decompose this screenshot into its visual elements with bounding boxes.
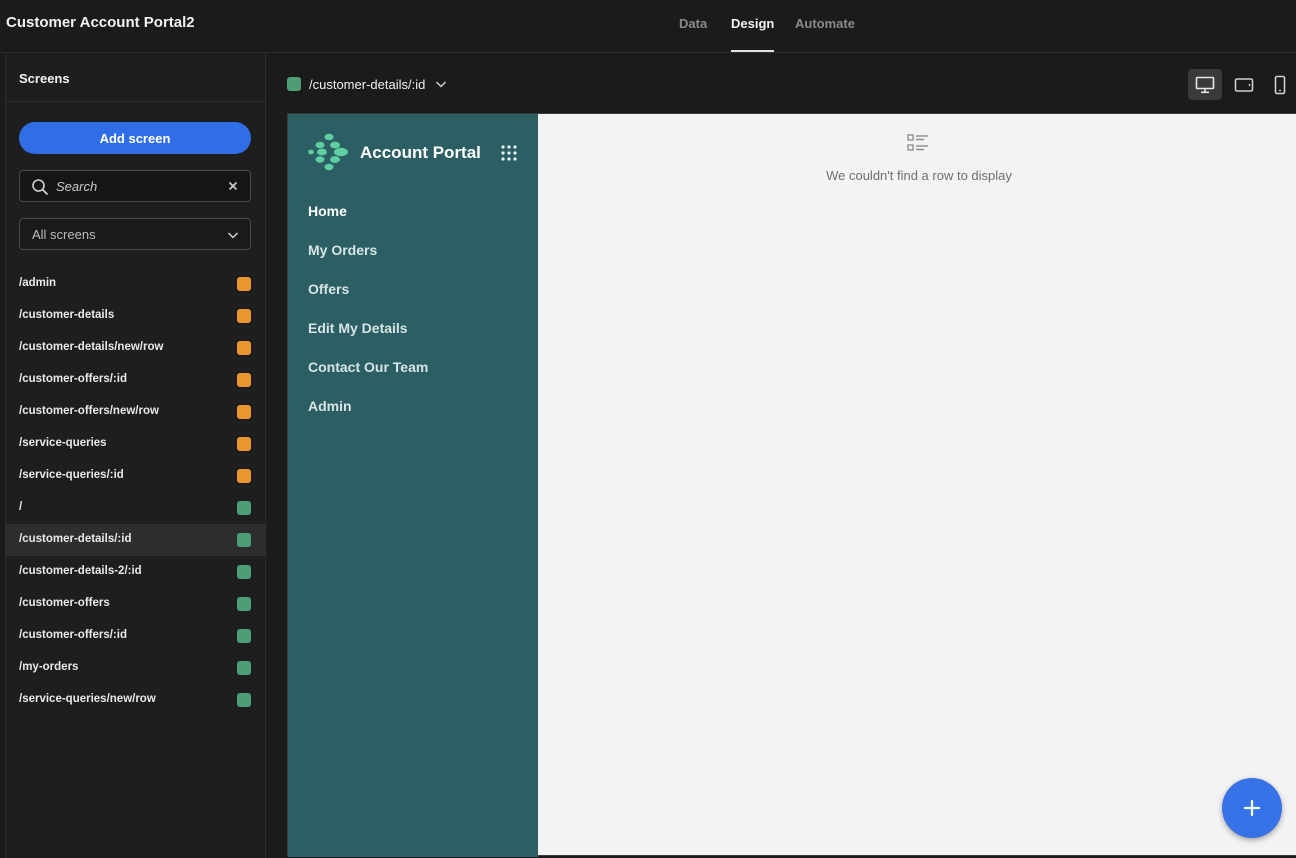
screen-item[interactable]: /customer-offers xyxy=(6,588,265,620)
clear-search-icon[interactable] xyxy=(226,179,240,193)
screen-role-indicator xyxy=(237,629,251,643)
screen-path: /service-queries xyxy=(19,437,107,449)
screen-item[interactable]: /customer-details/new/row xyxy=(6,332,265,364)
screen-path: /customer-details/new/row xyxy=(19,341,164,353)
app-navigation: Account Portal Home My Orders Offers Edi… xyxy=(288,114,538,857)
mobile-icon xyxy=(1274,75,1286,94)
screen-path: /customer-offers xyxy=(19,597,110,609)
screen-role-indicator xyxy=(237,469,251,483)
screen-item[interactable]: /customer-offers/:id xyxy=(6,620,265,652)
screen-filter-select[interactable]: All screens xyxy=(19,218,251,250)
nav-link-offers[interactable]: Offers xyxy=(308,281,428,320)
screen-path: /my-orders xyxy=(19,661,79,673)
app-preview: Account Portal Home My Orders Offers Edi… xyxy=(287,113,1296,857)
apps-grid-icon[interactable] xyxy=(500,144,518,162)
nav-link-edit-my-details[interactable]: Edit My Details xyxy=(308,320,428,359)
top-tabs: Data Design Automate xyxy=(0,0,1296,53)
screens-sidebar: Screens Add screen All screens /admin /c… xyxy=(5,54,266,858)
screen-item[interactable]: /service-queries/new/row xyxy=(6,684,265,716)
nav-link-home[interactable]: Home xyxy=(308,203,428,242)
desktop-icon xyxy=(1195,76,1215,93)
screen-role-indicator xyxy=(237,437,251,451)
route-role-indicator xyxy=(287,77,301,91)
empty-state: We couldn't find a row to display xyxy=(538,114,1296,214)
empty-state-message: We couldn't find a row to display xyxy=(826,168,1012,183)
brand-name: Account Portal xyxy=(360,143,481,162)
screen-path: / xyxy=(19,501,23,513)
tablet-view-button[interactable] xyxy=(1227,69,1261,100)
screen-path: /customer-offers/:id xyxy=(19,629,127,641)
screen-role-indicator xyxy=(237,533,251,547)
top-bar: Customer Account Portal2 Data Design Aut… xyxy=(0,0,1296,53)
nav-link-admin[interactable]: Admin xyxy=(308,398,428,437)
screen-role-indicator xyxy=(237,309,251,323)
screen-path: /admin xyxy=(19,277,57,289)
plus-icon xyxy=(1243,799,1261,817)
mobile-view-button[interactable] xyxy=(1264,69,1296,100)
screen-path: /customer-details-2/:id xyxy=(19,565,142,577)
search-box xyxy=(19,170,251,202)
screen-path: /customer-offers/:id xyxy=(19,373,127,385)
screen-item-selected[interactable]: /customer-details/:id xyxy=(6,524,265,556)
tab-automate[interactable]: Automate xyxy=(795,16,855,31)
screen-item[interactable]: /admin xyxy=(6,268,265,300)
screen-item[interactable]: /customer-offers/:id xyxy=(6,364,265,396)
screen-list: /admin /customer-details /customer-detai… xyxy=(6,268,265,716)
screen-item[interactable]: /my-orders xyxy=(6,652,265,684)
screen-path: /customer-details xyxy=(19,309,115,321)
chevron-down-icon xyxy=(436,81,447,88)
screen-path: /customer-offers/new/row xyxy=(19,405,159,417)
nav-link-my-orders[interactable]: My Orders xyxy=(308,242,428,281)
screen-path: /service-queries/new/row xyxy=(19,693,156,705)
chevron-down-icon xyxy=(227,232,239,239)
screen-item[interactable]: /customer-details-2/:id xyxy=(6,556,265,588)
tablet-icon xyxy=(1234,77,1254,92)
screen-item[interactable]: /customer-offers/new/row xyxy=(6,396,265,428)
nav-link-contact-our-team[interactable]: Contact Our Team xyxy=(308,359,428,398)
desktop-view-button[interactable] xyxy=(1188,69,1222,100)
screen-role-indicator xyxy=(237,277,251,291)
add-component-button[interactable] xyxy=(1222,778,1282,838)
screen-role-indicator xyxy=(237,565,251,579)
screen-item[interactable]: /service-queries/:id xyxy=(6,460,265,492)
screen-role-indicator xyxy=(237,661,251,675)
add-screen-button[interactable]: Add screen xyxy=(19,122,251,154)
screen-item[interactable]: /service-queries xyxy=(6,428,265,460)
screen-role-indicator xyxy=(237,373,251,387)
screen-item[interactable]: /customer-details xyxy=(6,300,265,332)
tab-data[interactable]: Data xyxy=(679,16,707,31)
screen-path: /customer-details/:id xyxy=(19,533,132,545)
screen-role-indicator xyxy=(237,501,251,515)
screen-role-indicator xyxy=(237,405,251,419)
sidebar-title: Screens xyxy=(19,71,70,86)
screen-item[interactable]: / xyxy=(6,492,265,524)
route-label: /customer-details/:id xyxy=(309,76,426,92)
search-input[interactable] xyxy=(56,171,226,201)
brand-logo-icon xyxy=(308,133,348,171)
list-icon xyxy=(907,134,928,151)
tab-design[interactable]: Design xyxy=(731,16,775,52)
screen-filter-value: All screens xyxy=(32,227,96,242)
route-selector[interactable]: /customer-details/:id xyxy=(287,74,448,94)
screen-role-indicator xyxy=(237,693,251,707)
screen-path: /service-queries/:id xyxy=(19,469,124,481)
sidebar-header: Screens xyxy=(6,54,265,102)
screen-role-indicator xyxy=(237,597,251,611)
nav-links: Home My Orders Offers Edit My Details Co… xyxy=(308,203,428,437)
search-icon xyxy=(32,179,48,195)
screen-role-indicator xyxy=(237,341,251,355)
